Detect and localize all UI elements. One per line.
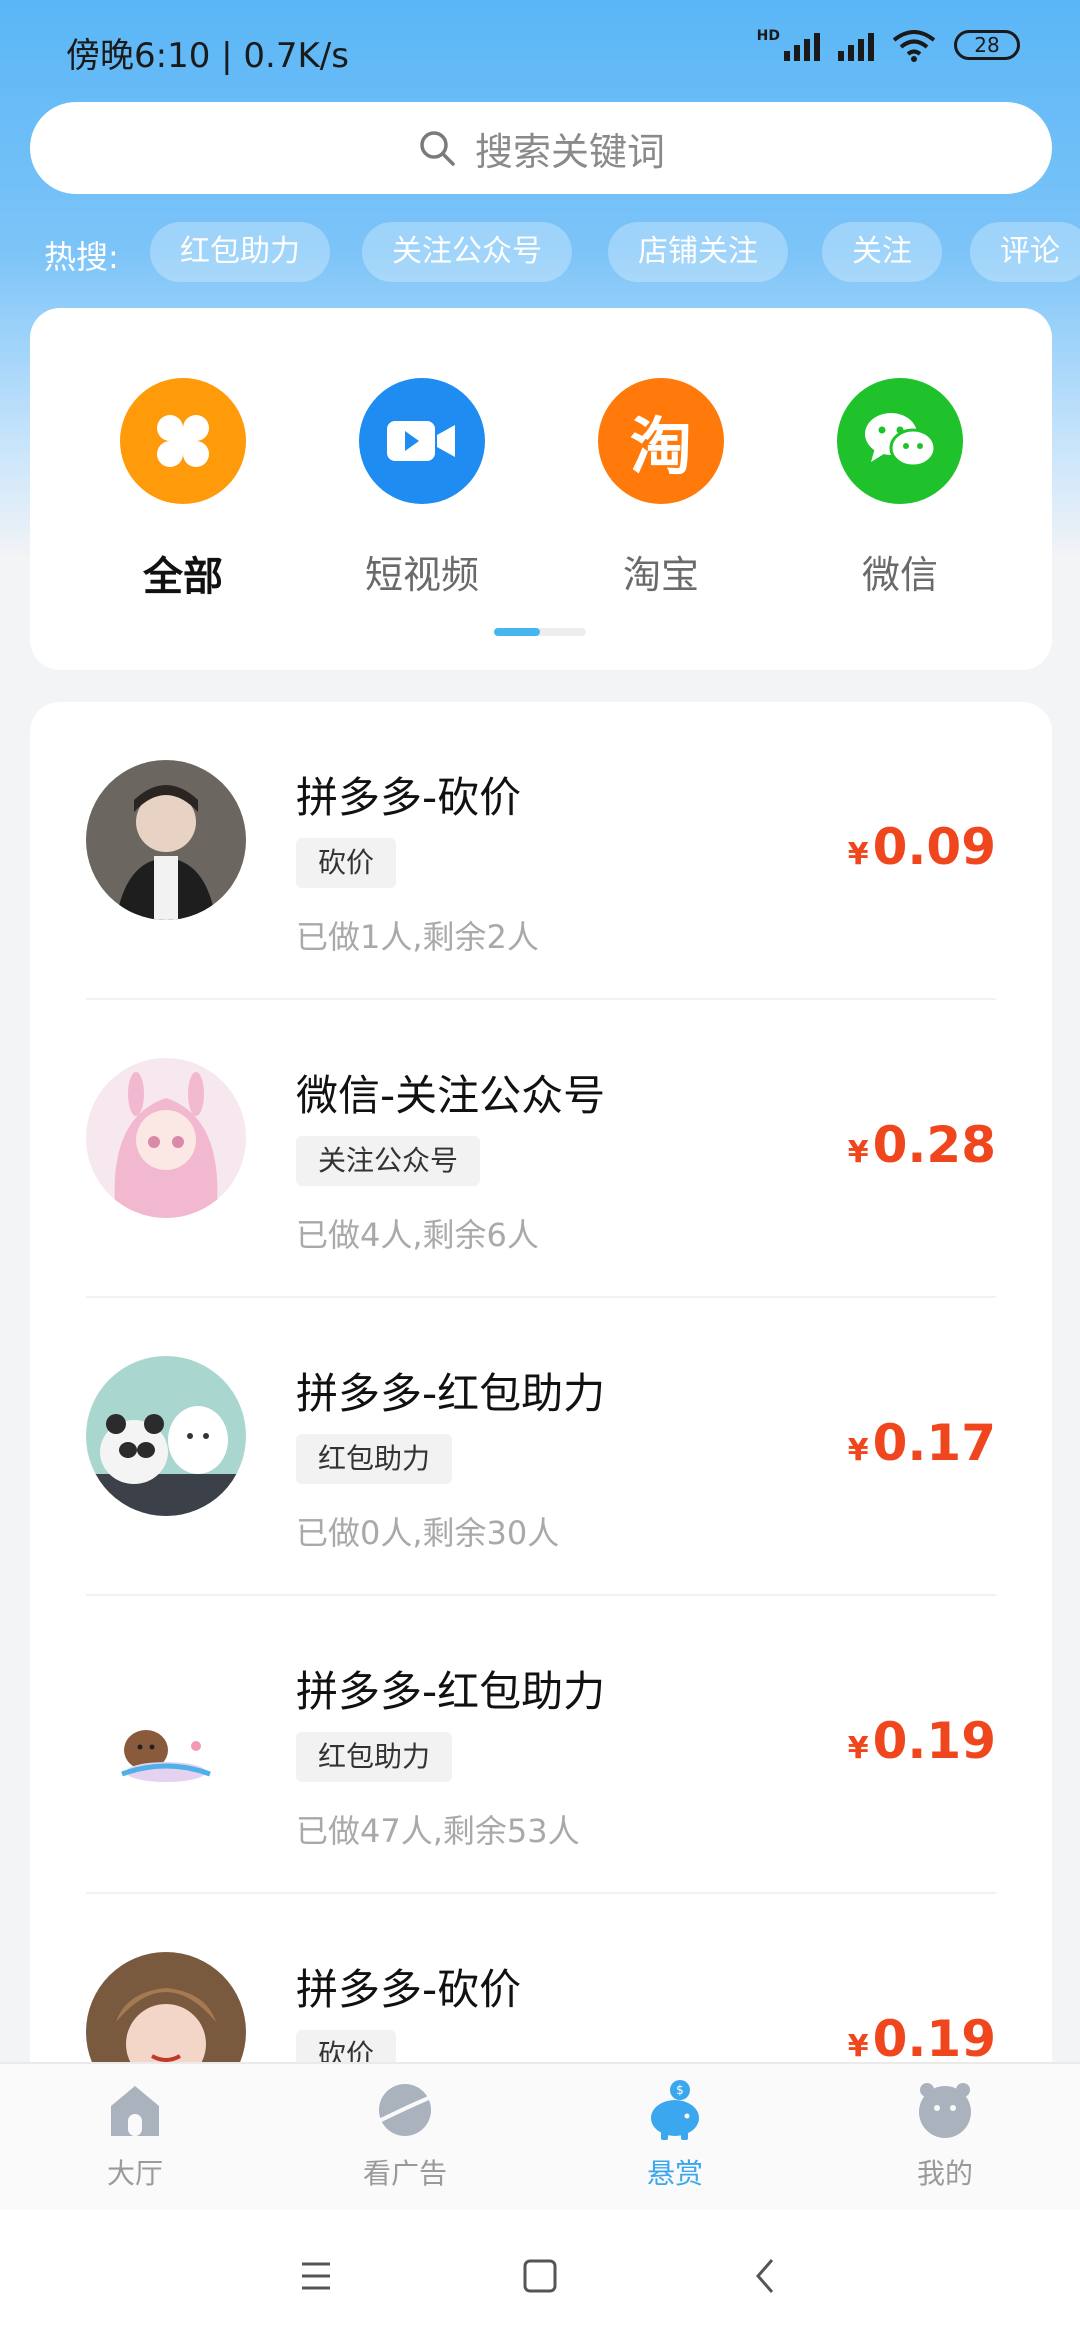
- face-icon: [919, 2083, 971, 2138]
- tab-watch-ads[interactable]: 看广告: [305, 2078, 505, 2192]
- tab-hall[interactable]: 大厅: [35, 2078, 235, 2192]
- task-item[interactable]: 拼多多-砍价 砍价 已做1人,剩余2人 ¥0.09: [30, 702, 1052, 1000]
- tab-label: 我的: [916, 2157, 973, 2190]
- category-label: 全部: [143, 554, 223, 600]
- page-indicator: [494, 628, 586, 636]
- category-label: 短视频: [364, 553, 479, 597]
- hot-search-label: 热搜:: [44, 238, 119, 276]
- task-progress: 已做47人,剩余53人: [296, 1812, 580, 1850]
- status-bar: 傍晚6:10 | 0.7K/s HD 28: [0, 0, 1080, 100]
- hd-label: HD: [756, 28, 780, 44]
- avatar: [86, 760, 246, 920]
- system-nav-bar: [0, 2210, 1080, 2340]
- task-price: ¥0.19: [847, 1712, 996, 1770]
- task-progress: 已做4人,剩余6人: [296, 1216, 539, 1254]
- task-item[interactable]: 拼多多-红包助力 红包助力 已做47人,剩余53人 ¥0.19: [30, 1596, 1052, 1894]
- video-camera-icon: [359, 378, 485, 504]
- task-tag: 红包助力: [296, 1732, 453, 1782]
- task-progress: 已做1人,剩余2人: [296, 918, 539, 956]
- tab-label: 看广告: [362, 2157, 447, 2190]
- task-price: ¥0.09: [847, 818, 996, 876]
- back-icon[interactable]: [736, 2250, 796, 2302]
- status-icons: HD 28: [757, 28, 1020, 62]
- task-item[interactable]: 拼多多-砍价 砍价 ¥0.19: [30, 1894, 1052, 2062]
- category-all[interactable]: 全部: [83, 378, 283, 602]
- tab-label: 悬赏: [646, 2157, 703, 2190]
- avatar: [86, 1952, 246, 2062]
- category-label: 微信: [861, 553, 938, 597]
- category-wechat[interactable]: 微信: [800, 378, 1000, 599]
- menu-icon[interactable]: [286, 2250, 346, 2302]
- avatar: [86, 1058, 246, 1218]
- category-label: 淘宝: [622, 553, 699, 597]
- piggy-bank-icon: $: [651, 2080, 699, 2140]
- signal-icon: [784, 29, 820, 61]
- task-price: ¥0.19: [847, 2010, 996, 2062]
- search-bar[interactable]: 搜索关键词: [30, 102, 1052, 194]
- task-tag: 砍价: [296, 2030, 397, 2062]
- hot-tag[interactable]: 关注: [822, 222, 942, 282]
- planet-icon: [376, 2084, 434, 2136]
- task-progress: 已做0人,剩余30人: [296, 1514, 560, 1552]
- category-taobao[interactable]: 淘 淘宝: [561, 378, 761, 599]
- hot-tag[interactable]: 红包助力: [150, 222, 330, 282]
- bottom-tab-bar: 大厅 看广告 $ 悬赏 我的: [0, 2062, 1080, 2210]
- signal-icon: [838, 29, 874, 61]
- clover-icon: [120, 378, 246, 504]
- task-title: 拼多多-砍价: [296, 773, 522, 822]
- category-short-video[interactable]: 短视频: [322, 378, 522, 599]
- status-time: 傍晚6:10 | 0.7K/s: [66, 36, 349, 76]
- task-tag: 砍价: [296, 838, 397, 888]
- wechat-icon: [837, 378, 963, 504]
- search-placeholder: 搜索关键词: [474, 129, 665, 174]
- task-price: ¥0.17: [847, 1414, 996, 1472]
- tab-label: 大厅: [106, 2157, 163, 2190]
- hot-search-row: 热搜: 红包助力 关注公众号 店铺关注 关注 评论: [0, 220, 1080, 284]
- hot-tag[interactable]: 评论: [970, 222, 1080, 282]
- task-list: 拼多多-砍价 砍价 已做1人,剩余2人 ¥0.09 微信-关注公众号 关注公众号…: [30, 702, 1052, 2062]
- task-title: 拼多多-红包助力: [296, 1369, 606, 1418]
- category-card: 全部 短视频 淘 淘宝 微信: [30, 308, 1052, 670]
- task-item[interactable]: 微信-关注公众号 关注公众号 已做4人,剩余6人 ¥0.28: [30, 1000, 1052, 1298]
- battery-icon: 28: [954, 30, 1020, 60]
- tab-me[interactable]: 我的: [845, 2078, 1045, 2192]
- svg-text:$: $: [676, 2083, 684, 2097]
- task-tag: 红包助力: [296, 1434, 453, 1484]
- task-tag: 关注公众号: [296, 1136, 481, 1186]
- task-item[interactable]: 拼多多-红包助力 红包助力 已做0人,剩余30人 ¥0.17: [30, 1298, 1052, 1596]
- task-price: ¥0.28: [847, 1116, 996, 1174]
- avatar: [86, 1356, 246, 1516]
- task-title: 拼多多-红包助力: [296, 1667, 606, 1716]
- tab-bounty[interactable]: $ 悬赏: [575, 2078, 775, 2192]
- search-icon: [420, 131, 455, 166]
- house-icon: [111, 2086, 159, 2136]
- task-title: 拼多多-砍价: [296, 1965, 522, 2014]
- wifi-icon: [892, 30, 936, 62]
- task-title: 微信-关注公众号: [296, 1071, 606, 1120]
- hot-tag[interactable]: 关注公众号: [362, 222, 572, 282]
- avatar: [86, 1654, 246, 1814]
- taobao-icon: 淘: [598, 378, 724, 504]
- hot-tag[interactable]: 店铺关注: [608, 222, 788, 282]
- home-square-icon[interactable]: [510, 2250, 570, 2302]
